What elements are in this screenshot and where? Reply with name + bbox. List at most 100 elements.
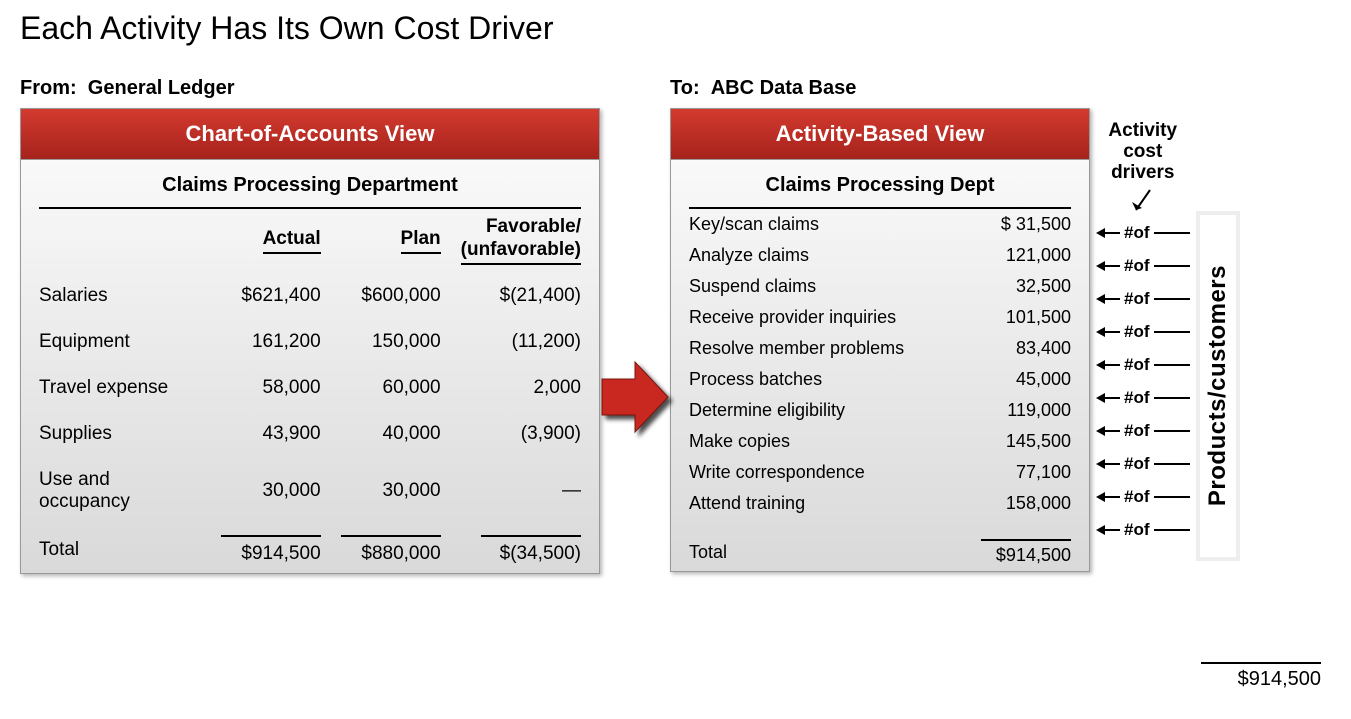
gl-label: Salaries: [21, 273, 211, 319]
numof-label: #of: [1124, 289, 1150, 309]
gl-fav: $(21,400): [451, 273, 599, 319]
col-actual: Actual: [211, 209, 331, 273]
abc-label: Receive provider inquiries: [671, 302, 949, 333]
abc-label: Attend training: [671, 488, 949, 519]
arrow-left-icon: [1096, 292, 1120, 306]
table-row: Equipment161,200150,000(11,200): [21, 319, 599, 365]
abc-label: Process batches: [671, 364, 949, 395]
arrow-left-icon: [1096, 424, 1120, 438]
table-row: Resolve member problems83,400: [671, 333, 1089, 364]
cost-driver-row: #of: [1096, 486, 1190, 508]
gl-label: Travel expense: [21, 365, 211, 411]
cost-driver-row: #of: [1096, 354, 1190, 376]
dash-icon: [1154, 397, 1190, 399]
arrow-down-icon: [1128, 188, 1158, 216]
gl-plan: $600,000: [331, 273, 451, 319]
cost-driver-row: #of: [1096, 420, 1190, 442]
page-title: Each Activity Has Its Own Cost Driver: [20, 10, 1331, 47]
abc-value: $ 31,500: [949, 209, 1089, 240]
table-row: Write correspondence77,100: [671, 457, 1089, 488]
arrow-left-icon: [1096, 259, 1120, 273]
col-plan: Plan: [331, 209, 451, 273]
numof-label: #of: [1124, 256, 1150, 276]
numof-label: #of: [1124, 520, 1150, 540]
abc-value: 101,500: [949, 302, 1089, 333]
gl-table: Actual Plan Favorable/ (unfavorable) Sal…: [21, 209, 599, 573]
transform-arrow-icon: [600, 357, 670, 437]
dash-icon: [1154, 364, 1190, 366]
abc-panel: Activity-Based View Claims Processing De…: [670, 108, 1090, 572]
table-row: Make copies145,500: [671, 426, 1089, 457]
arrow-left-icon: [1096, 523, 1120, 537]
dash-icon: [1154, 496, 1190, 498]
products-customers-box: Products/customers: [1196, 211, 1240, 561]
abc-value: 119,000: [949, 395, 1089, 426]
table-row: Travel expense58,00060,0002,000: [21, 365, 599, 411]
arrow-left-icon: [1096, 325, 1120, 339]
numof-label: #of: [1124, 454, 1150, 474]
abc-label: Determine eligibility: [671, 395, 949, 426]
table-row: Suspend claims32,500: [671, 271, 1089, 302]
abc-value: 145,500: [949, 426, 1089, 457]
numof-label: #of: [1124, 421, 1150, 441]
abc-label: Resolve member problems: [671, 333, 949, 364]
to-label: To: ABC Data Base: [670, 77, 1090, 100]
gl-fav: —: [451, 457, 599, 525]
numof-label: #of: [1124, 322, 1150, 342]
abc-panel-header: Activity-Based View: [671, 109, 1089, 160]
arrow-left-icon: [1096, 226, 1120, 240]
dash-icon: [1154, 529, 1190, 531]
dash-icon: [1154, 232, 1190, 234]
from-label: From: General Ledger: [20, 77, 600, 100]
gl-label: Supplies: [21, 411, 211, 457]
cost-driver-row: #of: [1096, 288, 1190, 310]
gl-actual: 43,900: [211, 411, 331, 457]
dash-icon: [1154, 298, 1190, 300]
col-fav: Favorable/ (unfavorable): [451, 209, 599, 273]
products-customers-label: Products/customers: [1204, 265, 1232, 506]
products-customers-total: $914,500: [1201, 662, 1321, 691]
table-row: Attend training158,000: [671, 488, 1089, 519]
anno-title: Activity cost drivers: [1096, 121, 1190, 184]
abc-panel-subheader: Claims Processing Dept: [689, 160, 1071, 209]
dash-icon: [1154, 430, 1190, 432]
cost-driver-row: #of: [1096, 387, 1190, 409]
gl-actual: 30,000: [211, 457, 331, 525]
dash-icon: [1154, 463, 1190, 465]
abc-value: 32,500: [949, 271, 1089, 302]
abc-value: 121,000: [949, 240, 1089, 271]
cost-driver-row: #of: [1096, 519, 1190, 541]
gl-actual: $621,400: [211, 273, 331, 319]
gl-label: Use and occupancy: [21, 457, 211, 525]
numof-label: #of: [1124, 223, 1150, 243]
abc-value: 77,100: [949, 457, 1089, 488]
abc-label: Write correspondence: [671, 457, 949, 488]
abc-value: 83,400: [949, 333, 1089, 364]
table-row: Receive provider inquiries101,500: [671, 302, 1089, 333]
gl-fav: 2,000: [451, 365, 599, 411]
abc-value: 45,000: [949, 364, 1089, 395]
cost-driver-row: #of: [1096, 222, 1190, 244]
arrow-left-icon: [1096, 457, 1120, 471]
gl-plan: 30,000: [331, 457, 451, 525]
gl-actual: 58,000: [211, 365, 331, 411]
table-row: Process batches45,000: [671, 364, 1089, 395]
arrow-left-icon: [1096, 490, 1120, 504]
gl-panel-subheader: Claims Processing Department: [39, 160, 581, 209]
gl-label: Equipment: [21, 319, 211, 365]
table-row: Use and occupancy30,00030,000—: [21, 457, 599, 525]
abc-total-row: Total $914,500: [671, 519, 1089, 571]
abc-label: Suspend claims: [671, 271, 949, 302]
abc-label: Make copies: [671, 426, 949, 457]
abc-value: 158,000: [949, 488, 1089, 519]
gl-plan: 40,000: [331, 411, 451, 457]
gl-actual: 161,200: [211, 319, 331, 365]
table-row: Analyze claims121,000: [671, 240, 1089, 271]
numof-label: #of: [1124, 355, 1150, 375]
arrow-left-icon: [1096, 358, 1120, 372]
dash-icon: [1154, 265, 1190, 267]
cost-driver-row: #of: [1096, 453, 1190, 475]
gl-panel: Chart-of-Accounts View Claims Processing…: [20, 108, 600, 574]
numof-label: #of: [1124, 487, 1150, 507]
table-row: Key/scan claims$ 31,500: [671, 209, 1089, 240]
